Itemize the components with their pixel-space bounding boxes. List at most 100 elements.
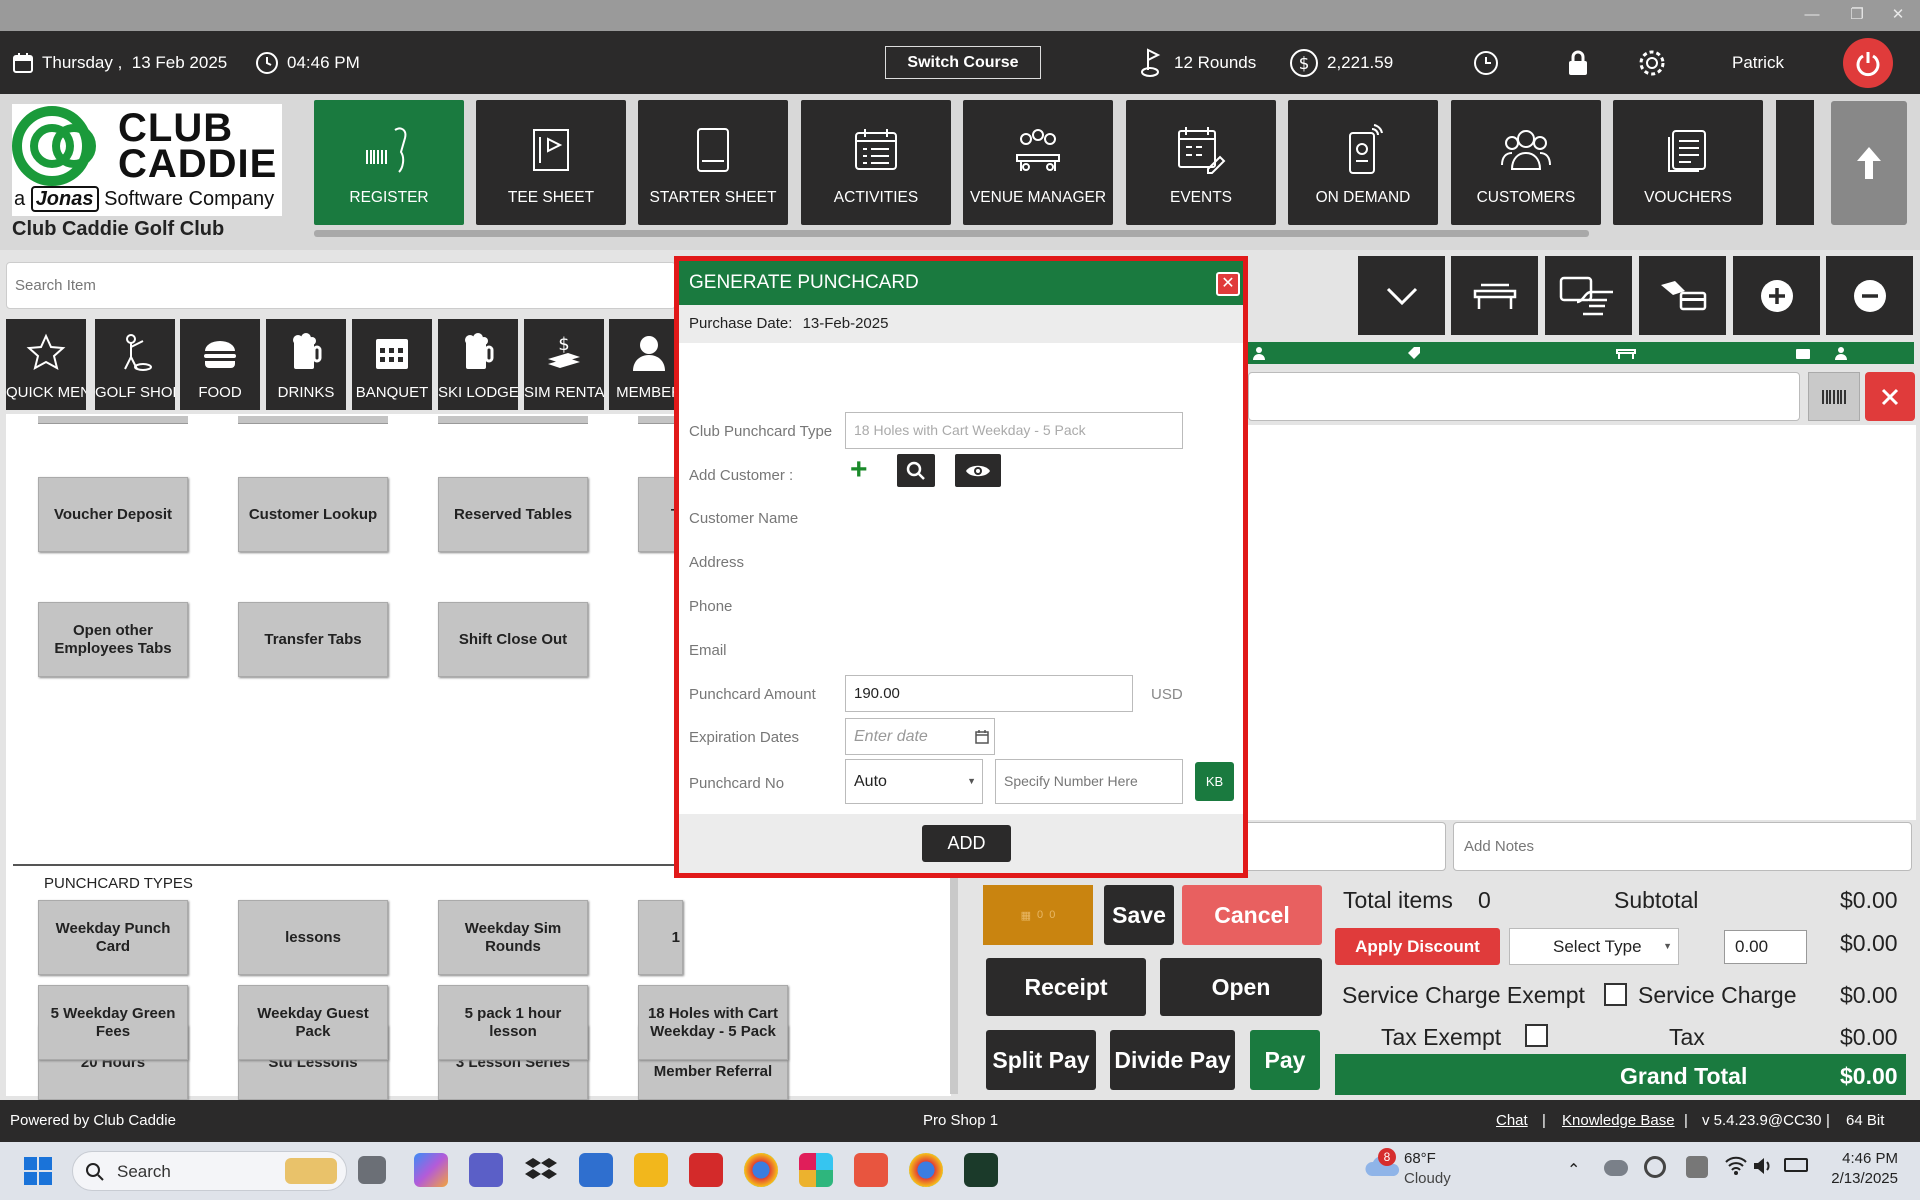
punchcard-no-mode-select[interactable]: Auto ▼ [845, 759, 983, 804]
add-punchcard-button[interactable]: ADD [922, 825, 1011, 862]
knowledge-base-link[interactable]: Knowledge Base [1562, 1112, 1675, 1129]
clear-entry-button[interactable] [1865, 372, 1915, 421]
bluetooth-settings-icon[interactable] [1686, 1156, 1708, 1178]
remove-quantity-button[interactable] [1826, 256, 1913, 335]
expand-button[interactable] [1358, 256, 1445, 335]
category-drinks[interactable]: DRINKS [266, 319, 346, 410]
tile-reserved-tables[interactable]: Reserved Tables [438, 477, 588, 552]
search-item-input[interactable]: Search Item [6, 262, 676, 309]
club-caddie-app-icon[interactable] [964, 1153, 998, 1187]
table-button[interactable] [1451, 256, 1538, 335]
add-customer-plus-icon[interactable]: + [850, 455, 876, 485]
keyboard-button[interactable]: KB [1195, 762, 1234, 801]
modal-close-button[interactable]: ✕ [1216, 272, 1240, 296]
punchcard-amount-input[interactable]: 190.00 [845, 675, 1133, 712]
app-s-icon[interactable] [854, 1153, 888, 1187]
service-charge-exempt-checkbox[interactable] [1604, 983, 1627, 1006]
discount-value-input[interactable]: 0.00 [1724, 930, 1807, 964]
category-sim-rental[interactable]: $ SIM RENTAL [524, 319, 604, 410]
teams-icon[interactable] [469, 1153, 503, 1187]
nav-scrollbar[interactable] [314, 230, 1589, 237]
tax-exempt-checkbox[interactable] [1525, 1024, 1548, 1047]
divide-pay-button[interactable]: Divide Pay [1110, 1030, 1235, 1090]
barcode-button[interactable] [1808, 372, 1860, 421]
chrome-profile-icon[interactable] [744, 1153, 778, 1187]
search-customer-button[interactable] [897, 454, 935, 487]
open-button[interactable]: Open [1160, 958, 1322, 1016]
nav-tee-sheet[interactable]: TEE SHEET [476, 100, 626, 225]
onedrive-icon[interactable] [1604, 1160, 1628, 1176]
restore-button[interactable]: ❐ [1845, 4, 1869, 26]
nav-register[interactable]: REGISTER [314, 100, 464, 225]
barcode-entry[interactable] [1248, 372, 1800, 421]
nav-overflow-button[interactable] [1776, 100, 1814, 225]
nav-vouchers[interactable]: VOUCHERS [1613, 100, 1763, 225]
volume-icon[interactable] [1752, 1156, 1772, 1176]
tile-5-weekday-green-fees[interactable]: 5 Weekday Green Fees [38, 985, 188, 1060]
switch-course-button[interactable]: Switch Course [885, 46, 1041, 79]
expiration-date-input[interactable]: Enter date [845, 718, 995, 755]
clock-time[interactable]: 4:46 PM [1838, 1150, 1898, 1167]
taskbar-search[interactable]: Search [72, 1151, 347, 1191]
view-customer-button[interactable] [955, 454, 1001, 487]
add-quantity-button[interactable] [1733, 256, 1820, 335]
apply-discount-button[interactable]: Apply Discount [1335, 928, 1500, 965]
slack-icon[interactable] [799, 1153, 833, 1187]
tile-weekday-punch-card[interactable]: Weekday Punch Card [38, 900, 188, 975]
user-name[interactable]: Patrick [1732, 31, 1784, 94]
battery-icon[interactable] [1784, 1158, 1808, 1172]
tile-shift-close-out[interactable]: Shift Close Out [438, 602, 588, 677]
rounds-display[interactable]: 12 Rounds [1140, 31, 1256, 94]
power-button[interactable] [1843, 38, 1893, 88]
category-banquet[interactable]: BANQUET [352, 319, 432, 410]
store-icon[interactable] [579, 1153, 613, 1187]
category-ski-lodge[interactable]: SKI LODGE [438, 319, 518, 410]
file-explorer-icon[interactable] [634, 1153, 668, 1187]
tile-open-other-employees-tabs[interactable]: Open other Employees Tabs [38, 602, 188, 677]
mcafee-icon[interactable] [689, 1153, 723, 1187]
balance-display[interactable]: $ 2,221.59 [1289, 31, 1393, 94]
tile-5-pack-1-hour-lesson[interactable]: 5 pack 1 hour lesson [438, 985, 588, 1060]
scroll-up-button[interactable] [1831, 101, 1907, 225]
card-payment-button[interactable] [1639, 256, 1726, 335]
tile-18-holes-with-cart-weekday-5-pack[interactable]: 18 Holes with Cart Weekday - 5 Pack [638, 985, 788, 1060]
category-golf-shop[interactable]: GOLF SHOP [95, 319, 175, 410]
save-button[interactable]: Save [1104, 885, 1174, 945]
tile-weekday-sim-rounds[interactable]: Weekday Sim Rounds [438, 900, 588, 975]
task-view-icon[interactable] [358, 1156, 386, 1184]
dropbox-icon[interactable] [524, 1153, 558, 1187]
receipt-button[interactable]: Receipt [986, 958, 1146, 1016]
tile-voucher-deposit[interactable]: Voucher Deposit [38, 477, 188, 552]
weather-widget[interactable]: 8 [1364, 1148, 1404, 1186]
nav-events[interactable]: EVENTS [1126, 100, 1276, 225]
minimize-button[interactable]: — [1800, 4, 1824, 26]
chrome-profile-2-icon[interactable] [909, 1153, 943, 1187]
chat-link[interactable]: Chat [1496, 1112, 1528, 1129]
wifi-icon[interactable] [1724, 1154, 1748, 1181]
tap-button[interactable] [1545, 256, 1632, 335]
discount-type-select[interactable]: Select Type ▼ [1509, 928, 1679, 965]
punchcard-number-input[interactable]: Specify Number Here [995, 759, 1183, 804]
pay-button[interactable]: Pay [1250, 1030, 1320, 1090]
nav-customers[interactable]: CUSTOMERS [1451, 100, 1601, 225]
add-notes-input[interactable]: Add Notes [1453, 822, 1912, 871]
tile-transfer-tabs[interactable]: Transfer Tabs [238, 602, 388, 677]
close-window-button[interactable]: ✕ [1886, 4, 1910, 26]
sync-icon[interactable] [1644, 1156, 1666, 1178]
cancel-button[interactable]: Cancel [1182, 885, 1322, 945]
category-food[interactable]: FOOD [180, 319, 260, 410]
nav-activities[interactable]: ACTIVITIES [801, 100, 951, 225]
punchcard-type-field[interactable]: 18 Holes with Cart Weekday - 5 Pack [845, 412, 1183, 449]
queue-indicator[interactable]: ▦ 0 0 [983, 885, 1093, 945]
nav-on-demand[interactable]: ON DEMAND [1288, 100, 1438, 225]
category-quick-menu[interactable]: QUICK MENU [6, 319, 86, 410]
nav-venue-manager[interactable]: VENUE MANAGER [963, 100, 1113, 225]
tray-overflow-icon[interactable]: ⌃ [1567, 1160, 1580, 1180]
tile-lessons[interactable]: lessons [238, 900, 388, 975]
nav-starter-sheet[interactable]: STARTER SHEET [638, 100, 788, 225]
settings-button[interactable] [1636, 31, 1668, 94]
tile-customer-lookup[interactable]: Customer Lookup [238, 477, 388, 552]
split-pay-button[interactable]: Split Pay [986, 1030, 1096, 1090]
history-button[interactable] [1473, 31, 1499, 94]
start-button[interactable] [24, 1157, 52, 1190]
